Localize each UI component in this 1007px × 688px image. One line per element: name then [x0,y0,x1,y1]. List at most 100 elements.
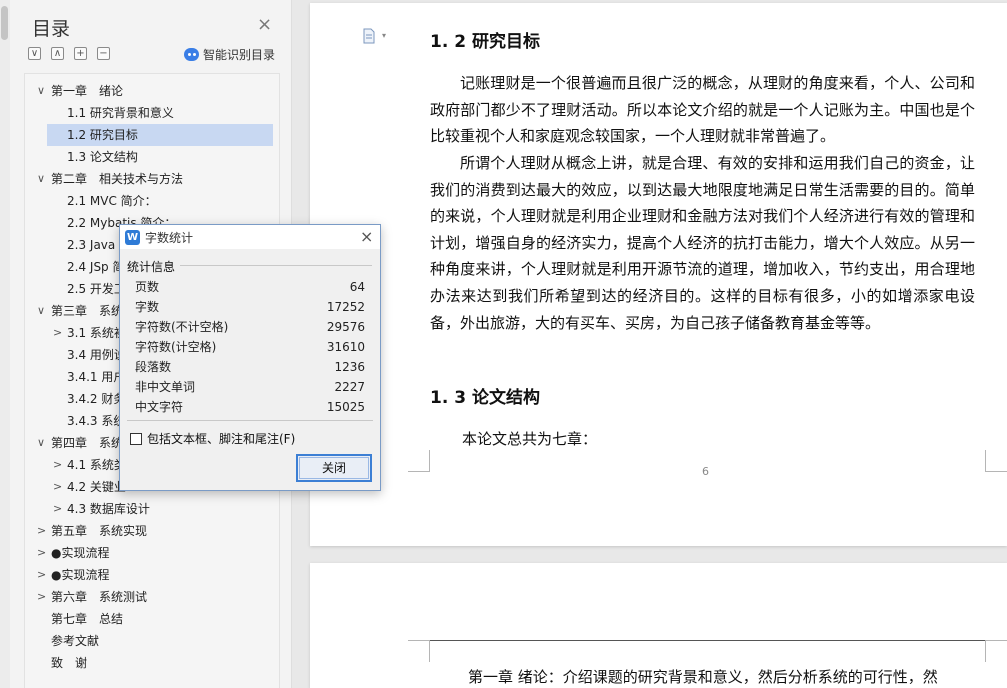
toc-item-label: 2.4 JSp 简 [67,260,125,274]
toc-item-label: 第二章 相关技术与方法 [51,172,184,186]
sidebar-scrollbar[interactable] [0,0,10,688]
toc-item-label: 第四章 系统 [51,436,124,450]
toc-item[interactable]: 1.3 论文结构 [25,146,279,168]
toc-item-label: 3.1 系统初 [67,326,126,340]
toc-item-label: 3.4 用例说 [67,348,126,362]
toc-item-label: ●实现流程 [51,546,110,560]
stat-label: 中文字符 [135,400,184,414]
stats-group-label: 统计信息 [127,260,176,274]
smart-toc-button[interactable]: 智能识别目录 [184,46,275,63]
stat-row: 字符数(计空格) 31610 [135,337,365,357]
chevron-right-icon[interactable]: > [53,498,62,520]
scrollbar-thumb[interactable] [1,6,8,40]
dialog-titlebar[interactable]: W 字数统计 × [120,225,380,249]
close-icon[interactable]: × [360,227,373,246]
divider [180,265,372,266]
toc-item-label: 第六章 系统测试 [51,590,148,604]
chevron-right-icon[interactable]: > [37,520,46,542]
close-icon[interactable]: × [257,14,272,35]
toc-item[interactable]: 第七章 总结 [25,608,279,630]
chevron-right-icon[interactable]: > [37,564,46,586]
toc-item-label: 3.4.1 用户 [67,370,126,384]
chevron-down-icon[interactable]: ∨ [37,168,45,190]
toc-item[interactable]: >4.3 数据库设计 [25,498,279,520]
page-corner-mark [985,450,1007,472]
toc-item-label: 1.1 研究背景和意义 [67,106,174,120]
stat-row: 非中文单词 2227 [135,377,365,397]
stat-label: 页数 [135,280,160,294]
stat-row: 页数 64 [135,277,365,297]
toc-item-label: 1.3 论文结构 [67,150,138,164]
stat-value: 64 [349,280,365,294]
page-number: 6 [702,465,709,478]
stat-label: 段落数 [135,360,172,374]
document-icon[interactable] [362,28,376,44]
page-corner-mark [985,640,1007,662]
close-button[interactable]: 关闭 [296,454,372,482]
toc-item[interactable]: > 第五章 系统实现 [25,520,279,542]
toc-item-label: 致 谢 [51,656,88,670]
toc-item[interactable]: 2.1 MVC 简介： [25,190,279,212]
toc-title: 目录 [32,18,71,40]
toc-item-label: 2.1 MVC 简介： [67,194,157,208]
stat-value: 2227 [334,380,365,394]
toc-item-label: 4.2 关键业 [67,480,126,494]
toc-item[interactable]: > 第六章 系统测试 [25,586,279,608]
smart-recognize-icon [184,48,199,61]
toc-item[interactable]: > ●实现流程 [25,542,279,564]
toc-item[interactable]: ∨ 第一章 绪论 [25,80,279,102]
chevron-down-icon[interactable]: ∨ [37,80,45,102]
stat-value: 15025 [326,400,365,414]
close-button-label: 关闭 [321,461,346,475]
chevron-right-icon[interactable]: > [37,542,46,564]
toc-item-label: 第三章 系统 [51,304,124,318]
chevron-down-icon[interactable]: ∨ [37,432,45,454]
chevron-right-icon[interactable]: > [53,476,62,498]
toc-item[interactable]: 1.1 研究背景和意义 [25,102,279,124]
toc-item[interactable]: ∨ 第二章 相关技术与方法 [25,168,279,190]
stat-value: 29576 [326,320,365,334]
stat-label: 非中文单词 [135,380,196,394]
chevron-right-icon[interactable]: > [53,322,62,344]
toc-toolbar: ∨ ∧ + − [28,47,110,60]
toc-item[interactable]: 致 谢 [25,652,279,674]
toc-item-label: 1.2 研究目标 [67,128,138,142]
checkbox-label: 包括文本框、脚注和尾注(F) [147,432,296,446]
expand-all-icon[interactable]: ∨ [28,47,41,60]
page-corner-mark [408,450,430,472]
remove-heading-icon[interactable]: − [97,47,110,60]
paragraph: 第一章 绪论：介绍课题的研究背景和意义，然后分析系统的可行性，然 [468,668,938,686]
word-count-dialog: W 字数统计 × 统计信息 页数 64 字数 17252 字符数(不计空格) 29576 字… [119,224,381,491]
paragraph: 所谓个人理财从概念上讲，就是合理、有效的安排和运用我们自己的资金，让我们的消费到… [430,154,975,332]
chevron-right-icon[interactable]: > [53,454,62,476]
add-heading-icon[interactable]: + [74,47,87,60]
stat-label: 字符数(计空格) [135,340,217,354]
checkbox[interactable] [130,432,142,445]
dialog-title: 字数统计 [145,231,194,245]
stat-row: 字符数(不计空格) 29576 [135,317,365,337]
chevron-down-icon[interactable]: ∨ [37,300,45,322]
page-corner-mark [408,640,430,662]
smart-toc-label: 智能识别目录 [203,48,276,62]
toc-item-label: 参考文献 [51,634,100,648]
toc-item[interactable]: 参考文献 [25,630,279,652]
collapse-all-icon[interactable]: ∧ [51,47,64,60]
stat-value: 31610 [326,340,365,354]
stat-value: 17252 [326,300,365,314]
include-textbox-checkbox[interactable]: 包括文本框、脚注和尾注(F) [130,430,295,447]
heading-1-3: 1. 3 论文结构 [430,388,540,408]
chevron-down-icon[interactable]: ▾ [382,31,386,40]
toc-item[interactable]: > ●实现流程 [25,564,279,586]
toc-item[interactable]: 1.2 研究目标 [25,124,279,146]
stat-row: 字数 17252 [135,297,365,317]
stat-label: 字数 [135,300,160,314]
toc-item-label: 3.4.3 系统 [67,414,126,428]
paragraph: 本论文总共为七章： [462,430,598,448]
chevron-right-icon[interactable]: > [37,586,46,608]
toc-item-label: 3.4.2 财务 [67,392,126,406]
stat-label: 字符数(不计空格) [135,320,229,334]
stat-row: 段落数 1236 [135,357,365,377]
wps-writer-icon: W [125,230,140,245]
toc-item-label: 第七章 总结 [51,612,124,626]
stat-row: 中文字符 15025 [135,397,365,417]
